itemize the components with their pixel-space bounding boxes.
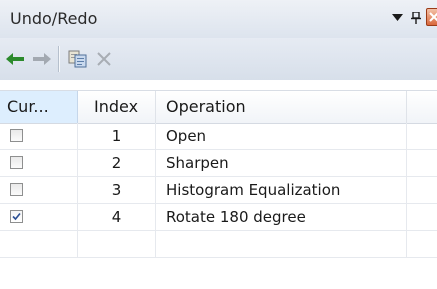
filler-cell <box>407 123 437 149</box>
index-cell: 4 <box>78 204 156 230</box>
current-checkbox[interactable] <box>10 210 23 223</box>
undo-button[interactable] <box>4 48 26 70</box>
operation-cell <box>156 231 407 257</box>
filler-cell <box>407 150 437 176</box>
panel-title: Undo/Redo <box>10 9 98 28</box>
current-cell <box>0 204 78 230</box>
column-header-filler <box>407 91 437 123</box>
copy-button[interactable] <box>67 48 89 70</box>
index-cell: 2 <box>78 150 156 176</box>
table-row-empty <box>0 231 437 258</box>
close-icon[interactable] <box>426 8 437 26</box>
current-cell <box>0 231 78 257</box>
arrow-left-icon <box>6 53 24 65</box>
panel-titlebar: Undo/Redo <box>0 0 437 39</box>
index-cell <box>78 231 156 257</box>
filler-cell <box>407 177 437 203</box>
current-cell <box>0 123 78 149</box>
delete-button[interactable] <box>93 48 115 70</box>
current-cell <box>0 150 78 176</box>
operation-cell: Open <box>156 123 407 149</box>
current-checkbox[interactable] <box>10 183 23 196</box>
filler-cell <box>407 231 437 257</box>
operation-cell: Rotate 180 degree <box>156 204 407 230</box>
history-grid: Cur... Index Operation 1 Open 2 Sharpen <box>0 80 437 289</box>
index-cell: 3 <box>78 177 156 203</box>
toolbar-separator <box>58 46 60 72</box>
table-row[interactable]: 2 Sharpen <box>0 150 437 177</box>
operation-cell: Sharpen <box>156 150 407 176</box>
copy-icon <box>68 50 87 68</box>
column-header-index[interactable]: Index <box>78 91 156 123</box>
grid-header: Cur... Index Operation <box>0 90 437 124</box>
current-cell <box>0 177 78 203</box>
filler-cell <box>407 204 437 230</box>
redo-button[interactable] <box>31 48 53 70</box>
panel-toolbar <box>0 38 437 80</box>
pin-icon[interactable] <box>410 8 422 28</box>
current-checkbox[interactable] <box>10 129 23 142</box>
column-header-operation[interactable]: Operation <box>156 91 407 123</box>
operation-cell: Histogram Equalization <box>156 177 407 203</box>
table-row[interactable]: 4 Rotate 180 degree <box>0 204 437 231</box>
checkmark-icon <box>12 212 21 221</box>
current-checkbox[interactable] <box>10 156 23 169</box>
index-cell: 1 <box>78 123 156 149</box>
column-header-current[interactable]: Cur... <box>0 91 78 123</box>
table-row[interactable]: 3 Histogram Equalization <box>0 177 437 204</box>
table-row[interactable]: 1 Open <box>0 123 437 150</box>
dropdown-arrow-icon[interactable] <box>390 8 404 28</box>
delete-x-icon <box>97 52 111 66</box>
arrow-right-icon <box>33 53 51 65</box>
undo-redo-panel: Undo/Redo Cur... Index Operation 1 Open … <box>0 0 437 289</box>
